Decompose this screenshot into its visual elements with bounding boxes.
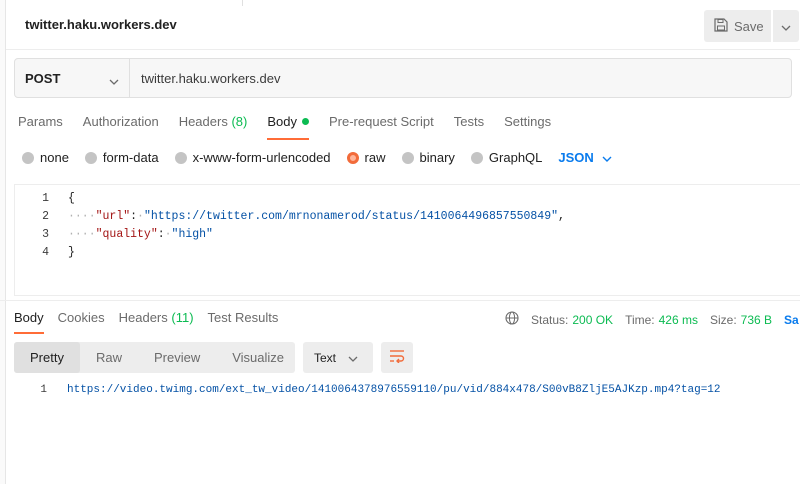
chevron-down-icon (602, 150, 612, 165)
response-tab-test-results[interactable]: Test Results (208, 310, 279, 334)
response-format-label: Text (314, 350, 337, 365)
radio-circle (84, 151, 97, 164)
quality-key: "quality" (95, 227, 158, 241)
method-select[interactable]: POST (15, 59, 130, 97)
status-label: Status: (531, 312, 569, 327)
code-text: ····"url":·"https://twitter.com/mrnoname… (68, 209, 565, 223)
response-tab-headers-count: (11) (171, 310, 194, 325)
tab-authorization[interactable]: Authorization (83, 114, 159, 140)
radio-form-data[interactable]: form-data (84, 150, 159, 165)
response-body-viewer[interactable]: 1 https://video.twimg.com/ext_tw_video/1… (14, 384, 721, 396)
response-tab-headers-label: Headers (118, 310, 168, 325)
save-button[interactable]: Save (704, 10, 771, 42)
response-tab-body[interactable]: Body (14, 310, 44, 334)
tab-settings[interactable]: Settings (504, 114, 551, 140)
line-number: 2 (42, 209, 49, 223)
tab-headers-label: Headers (178, 114, 228, 129)
tab-tests[interactable]: Tests (454, 114, 484, 140)
url-key: "url" (95, 209, 131, 223)
view-visualize[interactable]: Visualize (216, 342, 300, 373)
url-value: "https://twitter.com/mrnonamerod/status/… (143, 209, 559, 223)
code-line: 4 } (15, 243, 800, 261)
response-tab-cookies[interactable]: Cookies (58, 310, 105, 334)
response-status-bar: Status: 200 OK Time: 426 ms Size: 736 B … (505, 311, 799, 328)
radio-circle (22, 151, 34, 164)
view-pretty[interactable]: Pretty (14, 342, 80, 373)
radio-circle (470, 151, 483, 164)
save-response-link[interactable]: Sa (784, 313, 799, 327)
divider (242, 0, 243, 6)
size-label: Size: (709, 312, 737, 327)
code-line: 3 ····"quality":·"high" (15, 225, 800, 243)
line-number: 3 (42, 227, 49, 241)
radio-graphql[interactable]: GraphQL (470, 150, 543, 165)
radio-raw[interactable]: raw (346, 150, 386, 165)
radio-circle (174, 151, 187, 164)
chevron-down-icon (781, 19, 791, 34)
tab-headers[interactable]: Headers (8) (179, 114, 248, 140)
code-text: { (49, 192, 75, 205)
request-tabs: Params Authorization Headers (8) Body Pr… (18, 114, 571, 140)
chevron-down-icon (109, 73, 119, 88)
code-text: } (49, 246, 75, 259)
status-value[interactable]: 200 OK (572, 313, 613, 327)
time-value[interactable]: 426 ms (659, 313, 698, 327)
radio-circle (401, 151, 414, 164)
quality-value: "high" (171, 227, 213, 241)
request-tab-header: twitter.haku.workers.dev Save (6, 0, 800, 50)
wrap-lines-button[interactable] (381, 342, 413, 373)
status-dot-icon (301, 118, 309, 125)
tab-params[interactable]: Params (18, 114, 63, 140)
tab-body-label: Body (267, 114, 297, 129)
response-tab-headers[interactable]: Headers (11) (119, 310, 194, 334)
tab-headers-count: (8) (231, 114, 248, 129)
raw-format-select[interactable]: JSON (558, 150, 612, 165)
code-text: ····"quality":·"high" (68, 227, 213, 241)
line-number: 4 (42, 245, 49, 259)
left-panel-edge (0, 0, 6, 484)
view-raw[interactable]: Raw (80, 342, 138, 373)
save-group: Save (704, 10, 799, 42)
wrap-lines-icon (389, 349, 405, 366)
line-number: 1 (40, 384, 47, 396)
tab-body[interactable]: Body (267, 114, 309, 140)
line-number: 1 (42, 191, 49, 205)
view-preview[interactable]: Preview (138, 342, 216, 373)
radio-raw-label: raw (364, 150, 386, 165)
radio-graphql-label: GraphQL (488, 150, 543, 165)
raw-format-label: JSON (558, 150, 594, 165)
code-line: 1 { (15, 189, 800, 207)
response-content[interactable]: https://video.twimg.com/ext_tw_video/141… (67, 384, 721, 396)
close-brace: } (68, 245, 75, 259)
radio-circle-selected (346, 151, 359, 164)
time-label: Time: (625, 312, 655, 327)
radio-binary-label: binary (419, 150, 455, 165)
save-label: Save (734, 18, 764, 34)
response-divider (0, 300, 800, 301)
radio-form-data-label: form-data (102, 150, 159, 165)
request-body-editor[interactable]: 1 { 2 ····"url":·"https://twitter.com/mr… (14, 184, 800, 296)
response-view-toggle: Pretty Raw Preview Visualize (14, 342, 295, 373)
radio-none-label: none (40, 150, 69, 165)
chevron-down-icon (348, 351, 358, 365)
radio-binary[interactable]: binary (401, 150, 455, 165)
url-bar: POST (14, 58, 792, 98)
save-options-button[interactable] (773, 10, 799, 42)
radio-urlencoded-label: x-www-form-urlencoded (192, 150, 331, 165)
save-icon (714, 17, 728, 35)
radio-urlencoded[interactable]: x-www-form-urlencoded (174, 150, 331, 165)
response-format-select[interactable]: Text (303, 342, 373, 373)
size-value[interactable]: 736 B (741, 313, 772, 327)
response-tabs: Body Cookies Headers (11) Test Results (14, 310, 292, 334)
request-title[interactable]: twitter.haku.workers.dev (25, 17, 177, 32)
open-brace: { (68, 191, 75, 205)
url-input[interactable] (130, 59, 791, 97)
method-label: POST (25, 70, 61, 86)
radio-none[interactable]: none (22, 150, 69, 165)
body-type-selector: none form-data x-www-form-urlencoded raw… (22, 150, 612, 165)
code-line: 2 ····"url":·"https://twitter.com/mrnona… (15, 207, 800, 225)
globe-icon[interactable] (505, 311, 519, 328)
tab-prerequest-script[interactable]: Pre-request Script (329, 114, 434, 140)
